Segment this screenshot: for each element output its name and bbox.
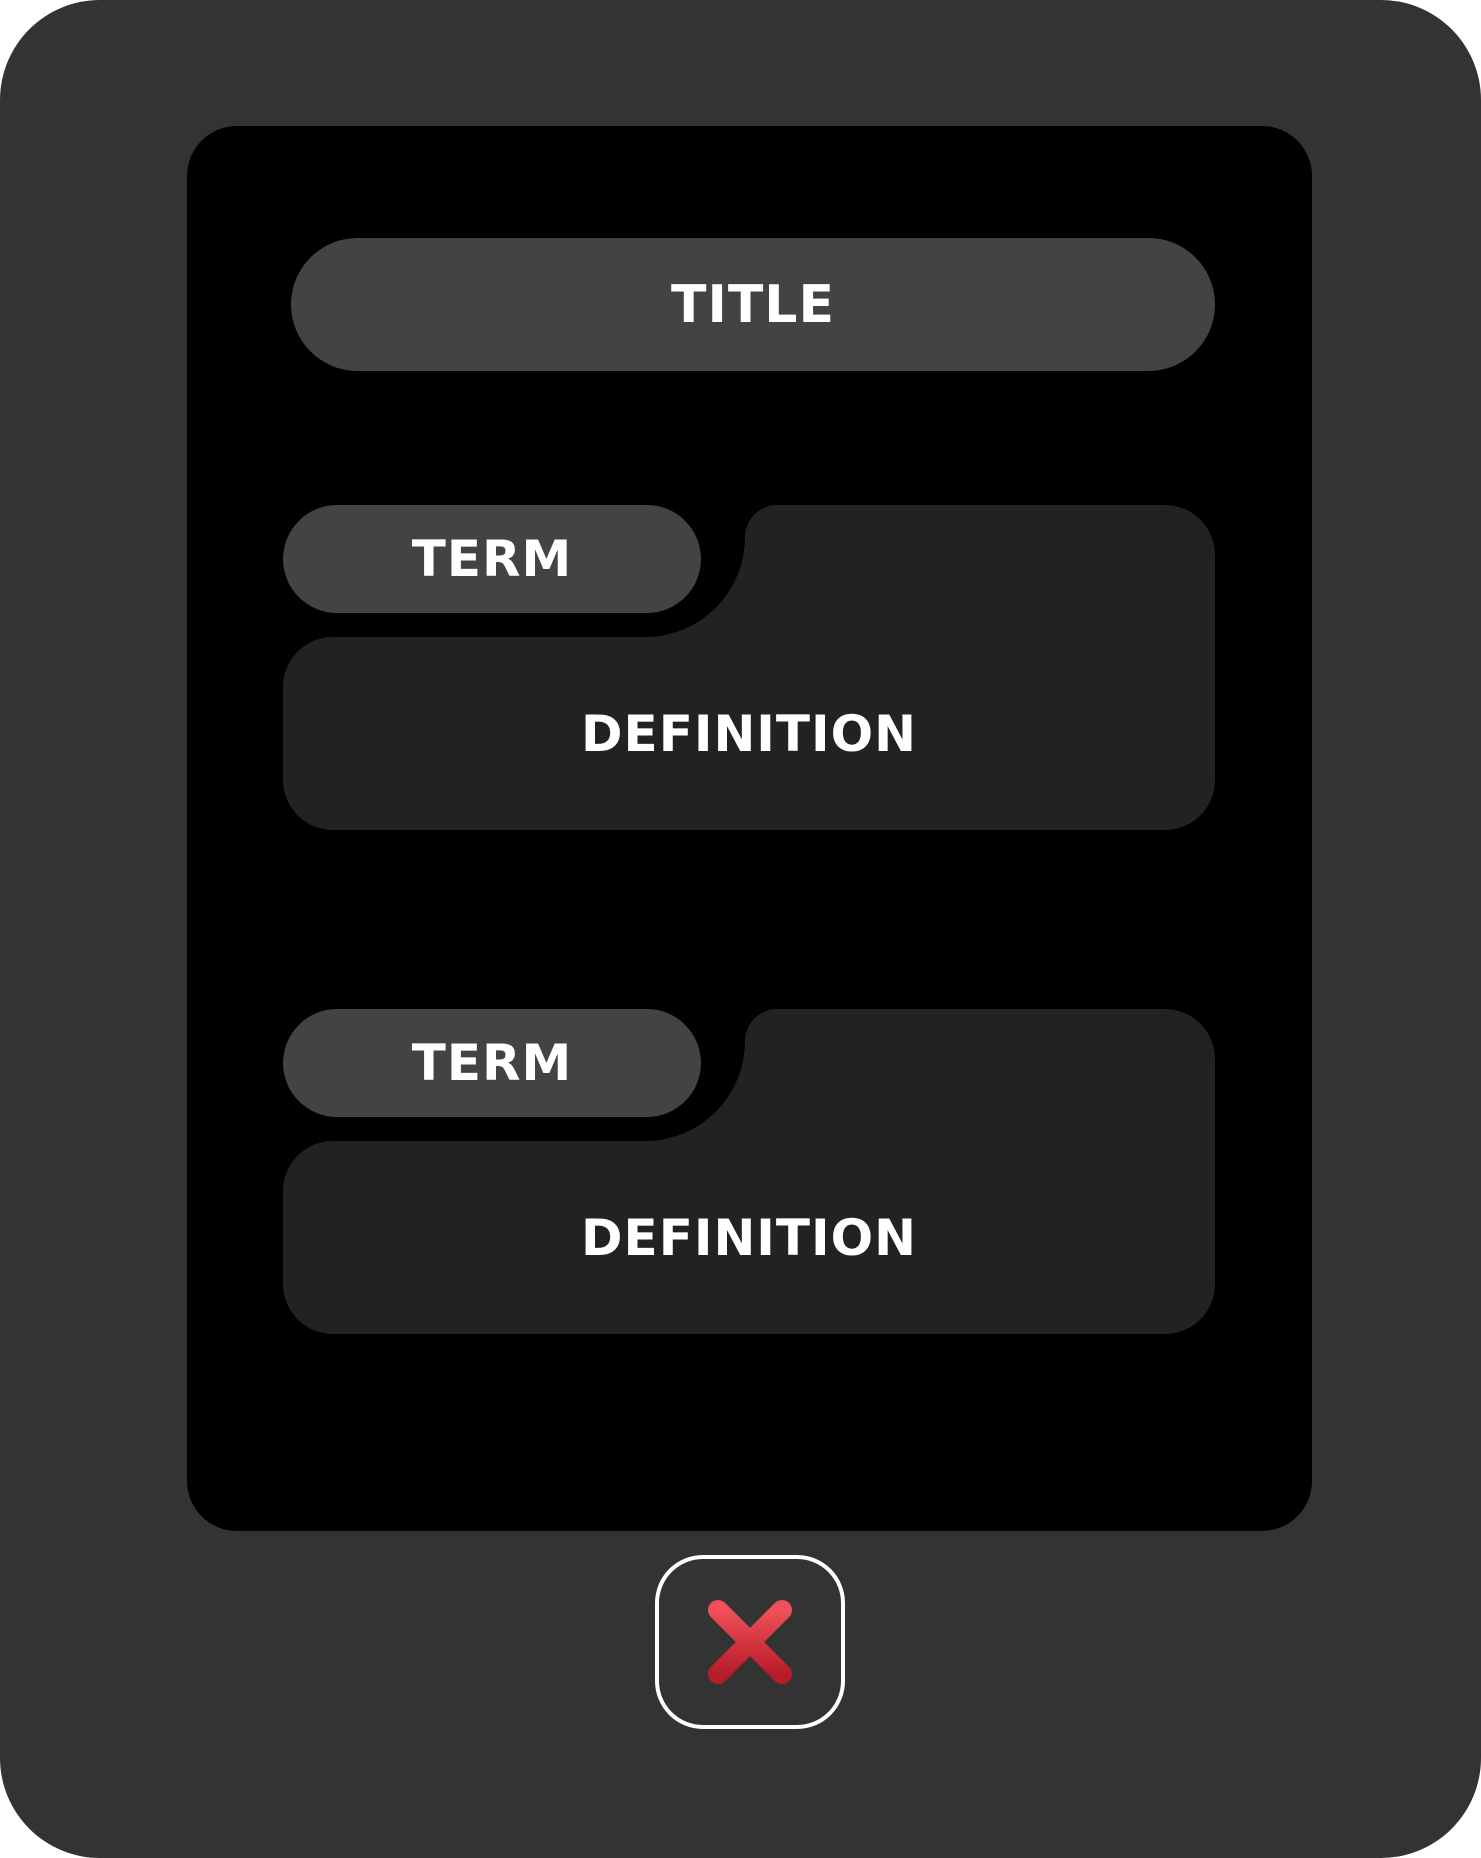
definition-label-2: DEFINITION — [581, 1208, 917, 1267]
page-title: TITLE — [671, 274, 835, 335]
term-card-2[interactable]: TERM DEFINITION — [283, 1009, 1215, 1334]
title-pill: TITLE — [291, 238, 1215, 371]
term-label-1: TERM — [411, 530, 573, 588]
term-card-1[interactable]: TERM DEFINITION — [283, 505, 1215, 830]
close-button[interactable] — [655, 1555, 845, 1729]
device-frame: TITLE TERM DEFINITION TERM DEFINITION — [0, 0, 1481, 1858]
definition-label-1: DEFINITION — [581, 704, 917, 763]
term-pill-2: TERM — [283, 1009, 701, 1117]
close-x-icon — [708, 1600, 792, 1684]
term-label-2: TERM — [411, 1034, 573, 1092]
term-pill-1: TERM — [283, 505, 701, 613]
